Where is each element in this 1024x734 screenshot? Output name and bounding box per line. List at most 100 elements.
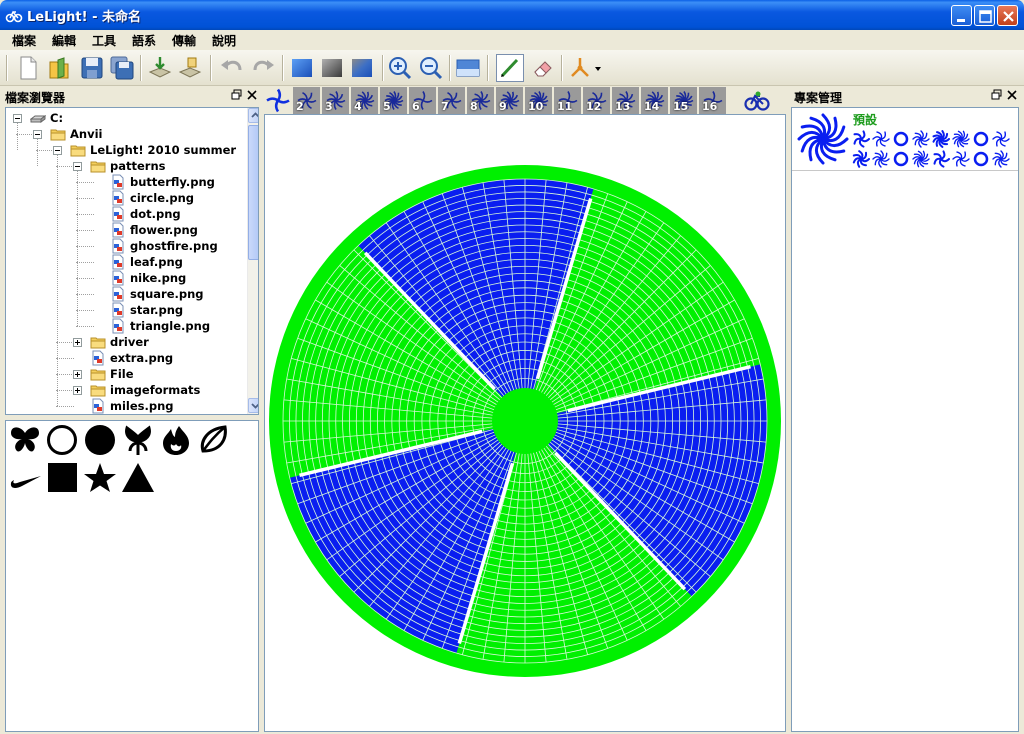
menu-language[interactable]: 語系 — [132, 32, 156, 49]
menu-transfer[interactable]: 傳輸 — [172, 32, 196, 49]
pattern-tab-4[interactable]: 4 — [351, 87, 379, 114]
pattern-thumbnail-icon[interactable] — [912, 150, 930, 168]
redo-button[interactable] — [249, 54, 277, 82]
maximize-icon — [979, 10, 992, 23]
pattern-thumbnail-icon[interactable] — [932, 130, 950, 148]
pattern-thumbnail-icon[interactable] — [912, 130, 930, 148]
pattern-tab-15[interactable]: 15 — [670, 87, 698, 114]
leaf-icon[interactable] — [197, 423, 231, 457]
zoom-in-button[interactable] — [386, 54, 414, 82]
collapse-toggle[interactable] — [13, 114, 22, 123]
pattern-thumbnail-icon[interactable] — [852, 150, 870, 168]
save-button[interactable] — [78, 54, 106, 82]
pattern-thumbnail-icon[interactable] — [992, 150, 1010, 168]
float-panel-icon[interactable] — [231, 89, 243, 101]
pattern-tab-9[interactable]: 9 — [496, 87, 524, 114]
pattern-tab-3[interactable]: 3 — [322, 87, 350, 114]
tree-connector — [76, 310, 94, 311]
fill-gray-button[interactable] — [318, 54, 346, 82]
fit-view-button[interactable] — [454, 54, 482, 82]
bicycle-icon[interactable] — [744, 90, 770, 112]
pattern-tab-10[interactable]: 10 — [525, 87, 553, 114]
nike-icon[interactable] — [8, 461, 42, 495]
circle-icon[interactable] — [45, 423, 79, 457]
new-button[interactable] — [14, 54, 42, 82]
pattern-tab-number: 5 — [383, 100, 391, 113]
maximize-button[interactable] — [974, 5, 995, 26]
pattern-thumbnail-icon[interactable] — [852, 130, 870, 148]
pattern-thumbnail-icon[interactable] — [892, 150, 910, 168]
pattern-tab-11[interactable]: 11 — [554, 87, 582, 114]
square-icon[interactable] — [45, 461, 79, 495]
menu-file[interactable]: 檔案 — [12, 32, 36, 49]
pattern-tab-1[interactable] — [264, 87, 292, 114]
ghostfire-icon[interactable] — [159, 423, 193, 457]
pattern-thumbnail-icon[interactable] — [872, 130, 890, 148]
eraser-tool-button[interactable] — [529, 54, 557, 82]
collapse-toggle[interactable] — [53, 146, 62, 155]
pattern-thumbnail-icon[interactable] — [892, 130, 910, 148]
symmetry-tool-button[interactable] — [566, 54, 594, 82]
scroll-up-button[interactable] — [248, 108, 258, 123]
pen-tool-button[interactable] — [496, 54, 524, 82]
tree-item-label: File — [110, 367, 134, 381]
new-file-icon — [20, 56, 37, 80]
save-as-button[interactable] — [108, 54, 136, 82]
pattern-thumbnail-icon[interactable] — [932, 150, 950, 168]
collapse-toggle[interactable] — [33, 130, 42, 139]
tree-connector — [76, 294, 94, 295]
pattern-thumbnail-icon[interactable] — [952, 130, 970, 148]
close-button[interactable] — [997, 5, 1018, 26]
image-file-icon — [110, 222, 126, 238]
project-manager-header: 專案管理 — [789, 87, 1024, 105]
menu-help[interactable]: 說明 — [212, 32, 236, 49]
pattern-tab-2[interactable]: 2 — [293, 87, 321, 114]
project-thumbnail-swirl-icon[interactable] — [796, 112, 850, 166]
pattern-tab-6[interactable]: 6 — [409, 87, 437, 114]
fill-blue-button[interactable] — [288, 54, 316, 82]
pattern-thumbnail-icon[interactable] — [972, 130, 990, 148]
butterfly-icon[interactable] — [8, 423, 42, 457]
flower-icon[interactable] — [121, 423, 155, 457]
tree-connector — [76, 198, 94, 199]
close-panel-icon[interactable] — [246, 89, 258, 101]
float-panel-icon[interactable] — [991, 89, 1003, 101]
led-wheel[interactable] — [265, 115, 785, 731]
export-button[interactable] — [176, 54, 204, 82]
expand-toggle[interactable] — [73, 386, 82, 395]
pattern-thumbnail-icon[interactable] — [872, 150, 890, 168]
pattern-tab-number: 8 — [470, 100, 478, 113]
symmetry-dropdown[interactable] — [593, 54, 603, 82]
minimize-button[interactable] — [951, 5, 972, 26]
drawing-canvas[interactable] — [264, 114, 786, 732]
pattern-thumbnail-icon[interactable] — [952, 150, 970, 168]
fill-gradient-button[interactable] — [348, 54, 376, 82]
expand-toggle[interactable] — [73, 370, 82, 379]
pattern-tab-14[interactable]: 14 — [641, 87, 669, 114]
pattern-tab-5[interactable]: 5 — [380, 87, 408, 114]
pattern-tab-16[interactable]: 16 — [699, 87, 727, 114]
tree-scrollbar[interactable] — [247, 108, 258, 414]
expand-toggle[interactable] — [73, 338, 82, 347]
triangle-icon[interactable] — [121, 461, 155, 495]
scroll-thumb[interactable] — [248, 125, 258, 260]
pattern-tab-7[interactable]: 7 — [438, 87, 466, 114]
pattern-thumbnail-icon[interactable] — [972, 150, 990, 168]
chevron-up-icon — [251, 112, 258, 118]
close-panel-icon[interactable] — [1006, 89, 1018, 101]
image-file-icon — [110, 302, 126, 318]
pattern-thumbnail-icon[interactable] — [992, 130, 1010, 148]
zoom-out-button[interactable] — [417, 54, 445, 82]
open-button[interactable] — [46, 54, 74, 82]
dot-icon[interactable] — [83, 423, 117, 457]
menu-tools[interactable]: 工具 — [92, 32, 116, 49]
undo-button[interactable] — [218, 54, 246, 82]
pattern-tab-8[interactable]: 8 — [467, 87, 495, 114]
star-icon[interactable] — [83, 461, 117, 495]
collapse-toggle[interactable] — [73, 162, 82, 171]
pattern-tab-13[interactable]: 13 — [612, 87, 640, 114]
menu-edit[interactable]: 編輯 — [52, 32, 76, 49]
scroll-down-button[interactable] — [248, 398, 258, 413]
pattern-tab-12[interactable]: 12 — [583, 87, 611, 114]
import-button[interactable] — [146, 54, 174, 82]
